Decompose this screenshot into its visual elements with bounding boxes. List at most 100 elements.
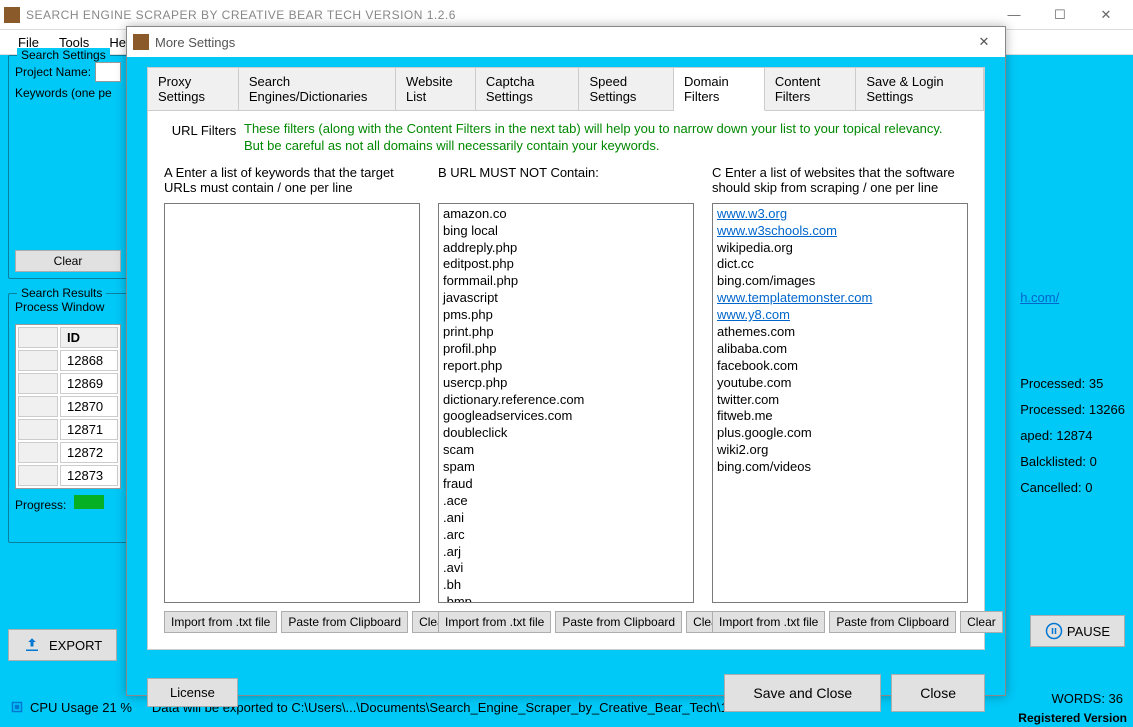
list-item[interactable]: report.php: [443, 358, 689, 375]
tab-content: URL Filters These filters (along with th…: [147, 111, 985, 650]
list-item[interactable]: dict.cc: [717, 256, 963, 273]
dialog-title: More Settings: [155, 35, 969, 50]
list-item[interactable]: fitweb.me: [717, 408, 963, 425]
list-item[interactable]: bing.com/images: [717, 273, 963, 290]
list-link[interactable]: www.w3.org: [717, 206, 963, 223]
process-window-label: Process Window: [15, 300, 117, 314]
list-item[interactable]: .ace: [443, 493, 689, 510]
table-row[interactable]: 12870: [60, 396, 118, 417]
table-row[interactable]: 12871: [60, 419, 118, 440]
list-item[interactable]: pms.php: [443, 307, 689, 324]
list-item[interactable]: editpost.php: [443, 256, 689, 273]
list-item[interactable]: profil.php: [443, 341, 689, 358]
tab-save[interactable]: Save & Login Settings: [856, 68, 984, 110]
list-item[interactable]: javascript: [443, 290, 689, 307]
dialog-close-button[interactable]: ✕: [969, 34, 999, 50]
export-label: EXPORT: [49, 638, 102, 653]
list-item[interactable]: twitter.com: [717, 392, 963, 409]
stat-cancelled: Cancelled: 0: [1020, 475, 1125, 501]
pause-button[interactable]: PAUSE: [1030, 615, 1125, 647]
list-item[interactable]: youtube.com: [717, 375, 963, 392]
close-button[interactable]: ✕: [1083, 0, 1129, 30]
list-item[interactable]: bing local: [443, 223, 689, 240]
maximize-button[interactable]: ☐: [1037, 0, 1083, 30]
paste-c-button[interactable]: Paste from Clipboard: [829, 611, 956, 633]
table-row[interactable]: 12873: [60, 465, 118, 486]
list-item[interactable]: googleadservices.com: [443, 408, 689, 425]
id-header: ID: [60, 327, 118, 348]
list-item[interactable]: bing.com/videos: [717, 459, 963, 476]
search-settings-group: Search Settings Project Name: Keywords (…: [8, 55, 128, 279]
tab-captcha[interactable]: Captcha Settings: [476, 68, 580, 110]
col-b-label: B URL MUST NOT Contain:: [438, 165, 694, 197]
import-c-button[interactable]: Import from .txt file: [712, 611, 825, 633]
list-item[interactable]: print.php: [443, 324, 689, 341]
list-item[interactable]: dictionary.reference.com: [443, 392, 689, 409]
url-filters-label: URL Filters: [164, 121, 244, 138]
list-item[interactable]: spam: [443, 459, 689, 476]
clear-keywords-button[interactable]: Clear: [15, 250, 121, 272]
import-a-button[interactable]: Import from .txt file: [164, 611, 277, 633]
keywords-must-contain-list[interactable]: [164, 203, 420, 603]
paste-a-button[interactable]: Paste from Clipboard: [281, 611, 408, 633]
stat-scraped: aped: 12874: [1020, 423, 1125, 449]
col-c-label: C Enter a list of websites that the soft…: [712, 165, 968, 197]
list-item[interactable]: addreply.php: [443, 240, 689, 257]
list-item[interactable]: .bmp: [443, 594, 689, 603]
list-item[interactable]: .avi: [443, 560, 689, 577]
table-row[interactable]: 12872: [60, 442, 118, 463]
list-item[interactable]: doubleclick: [443, 425, 689, 442]
list-link[interactable]: www.y8.com: [717, 307, 963, 324]
tab-website[interactable]: Website List: [396, 68, 476, 110]
list-item[interactable]: wikipedia.org: [717, 240, 963, 257]
export-button[interactable]: EXPORT: [8, 629, 117, 661]
dialog-icon: [133, 34, 149, 50]
filter-info-2: But be careful as not all domains will n…: [244, 138, 968, 155]
dialog-titlebar[interactable]: More Settings ✕: [127, 27, 1005, 57]
words-count: WORDS: 36: [1051, 691, 1123, 706]
results-table[interactable]: ID 12868 12869 12870 12871 12872 12873: [15, 324, 121, 489]
list-item[interactable]: .ani: [443, 510, 689, 527]
clear-c-button[interactable]: Clear: [960, 611, 1003, 633]
tab-domain[interactable]: Domain Filters: [674, 68, 765, 111]
list-item[interactable]: .arc: [443, 527, 689, 544]
list-item[interactable]: athemes.com: [717, 324, 963, 341]
list-item[interactable]: .arj: [443, 544, 689, 561]
tab-speed[interactable]: Speed Settings: [579, 68, 674, 110]
tab-engines[interactable]: Search Engines/Dictionaries: [239, 68, 396, 110]
stats-panel: h.com/ Processed: 35 Processed: 13266 ap…: [1020, 285, 1125, 501]
url-must-not-contain-list[interactable]: amazon.cobing localaddreply.phpeditpost.…: [438, 203, 694, 603]
license-button[interactable]: License: [147, 678, 238, 707]
table-row[interactable]: 12869: [60, 373, 118, 394]
registered-label: Registered Version: [1018, 711, 1127, 725]
list-item[interactable]: alibaba.com: [717, 341, 963, 358]
tab-proxy[interactable]: Proxy Settings: [148, 68, 239, 110]
close-dialog-button[interactable]: Close: [891, 674, 985, 712]
project-name-input[interactable]: [95, 62, 121, 82]
search-settings-title: Search Settings: [17, 48, 110, 62]
paste-b-button[interactable]: Paste from Clipboard: [555, 611, 682, 633]
cpu-icon: [8, 698, 26, 716]
list-item[interactable]: fraud: [443, 476, 689, 493]
list-item[interactable]: facebook.com: [717, 358, 963, 375]
list-item[interactable]: wiki2.org: [717, 442, 963, 459]
project-name-label: Project Name:: [15, 65, 91, 79]
list-item[interactable]: .bh: [443, 577, 689, 594]
table-row[interactable]: 12868: [60, 350, 118, 371]
list-item[interactable]: formmail.php: [443, 273, 689, 290]
list-link[interactable]: www.w3schools.com: [717, 223, 963, 240]
list-item[interactable]: usercp.php: [443, 375, 689, 392]
export-icon: [23, 636, 41, 654]
filter-info: These filters (along with the Content Fi…: [244, 121, 968, 155]
skip-websites-list[interactable]: www.w3.orgwww.w3schools.comwikipedia.org…: [712, 203, 968, 603]
tab-content[interactable]: Content Filters: [765, 68, 856, 110]
list-item[interactable]: scam: [443, 442, 689, 459]
list-item[interactable]: amazon.co: [443, 206, 689, 223]
save-close-button[interactable]: Save and Close: [724, 674, 881, 712]
import-b-button[interactable]: Import from .txt file: [438, 611, 551, 633]
list-link[interactable]: www.templatemonster.com: [717, 290, 963, 307]
list-item[interactable]: plus.google.com: [717, 425, 963, 442]
stats-link[interactable]: h.com/: [1020, 285, 1125, 311]
stat-processed-2: Processed: 13266: [1020, 397, 1125, 423]
more-settings-dialog: More Settings ✕ Proxy Settings Search En…: [126, 26, 1006, 696]
